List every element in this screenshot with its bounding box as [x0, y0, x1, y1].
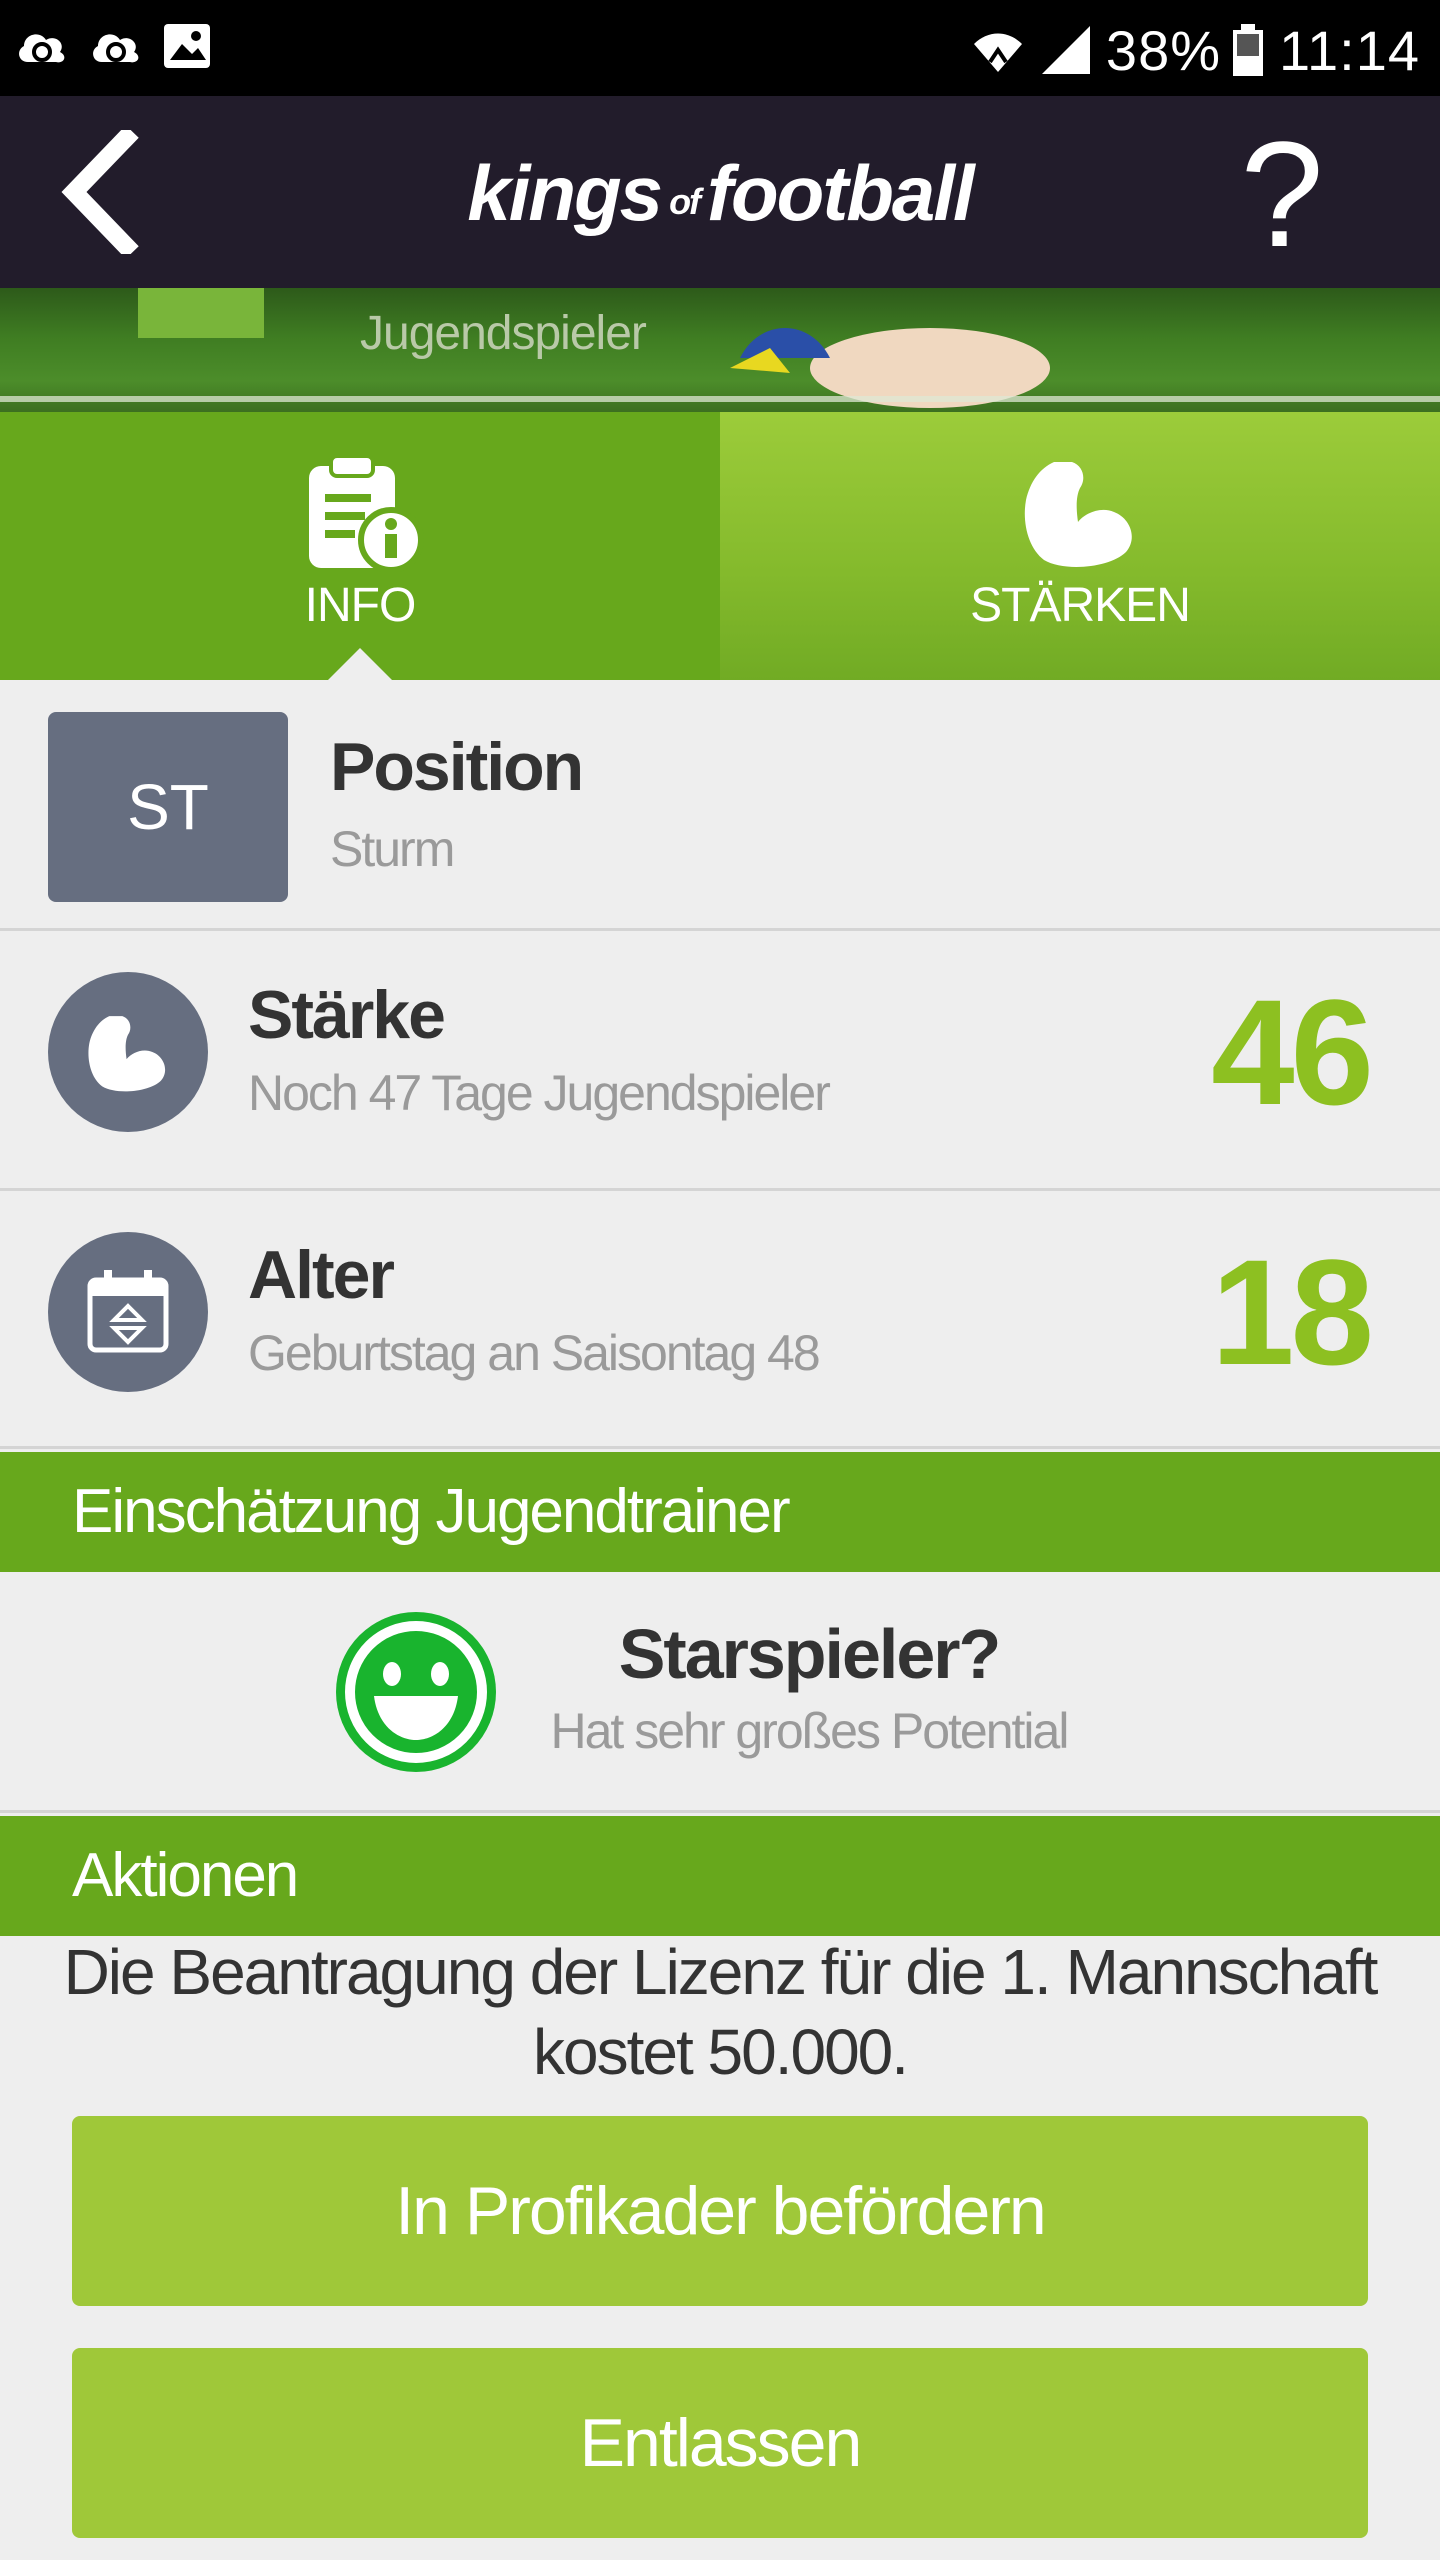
position-value: Sturm [330, 821, 455, 877]
strength-subtitle: Noch 47 Tage Jugendspieler [248, 1065, 831, 1121]
status-bar: 38% 11:14 [0, 0, 1440, 96]
position-badge: ST [48, 712, 288, 902]
assessment-subtitle: Hat sehr großes Potential [550, 1703, 1070, 1759]
divider [0, 928, 1440, 931]
tab-selected-indicator [328, 648, 392, 680]
tab-bar: INFO STÄRKEN [0, 412, 1440, 680]
position-title: Position [330, 729, 584, 805]
smiley-icon [336, 1612, 496, 1772]
battery-icon [1233, 24, 1264, 76]
age-subtitle: Geburtstag an Saisontag 48 [248, 1325, 821, 1381]
tab-info-label: INFO [304, 579, 417, 632]
player-image [730, 328, 1050, 408]
logo-word-of: of [669, 181, 701, 222]
wifi-icon [973, 33, 1022, 72]
age-value: 18 [1211, 1228, 1374, 1396]
logo-word-football: football [707, 149, 975, 237]
pitch-line [0, 396, 1440, 402]
signal-icon [1041, 26, 1090, 74]
dismiss-button[interactable]: Entlassen [72, 2348, 1368, 2538]
player-banner: Jugendspieler [0, 288, 1440, 412]
strength-value: 46 [1211, 968, 1374, 1136]
section-header-assessment: Einschätzung Jugendtrainer [0, 1452, 1440, 1572]
player-type: Jugendspieler [360, 307, 647, 360]
cloud-sync-icon [19, 34, 65, 63]
bicep-icon [88, 1016, 166, 1092]
tab-info[interactable]: INFO [0, 412, 720, 680]
divider [0, 1188, 1440, 1191]
calendar-icon [87, 1270, 169, 1353]
promote-button[interactable]: In Profikader befördern [72, 2116, 1368, 2306]
battery-percent: 38% [1105, 18, 1222, 82]
assessment-title: Starspieler? [618, 1615, 1002, 1693]
age-title: Alter [248, 1237, 395, 1313]
strength-icon-circle [48, 972, 208, 1132]
bicep-icon [1024, 462, 1132, 567]
license-notice: Die Beantragung der Lizenz für die 1. Ma… [63, 1936, 1379, 2088]
clock: 11:14 [1279, 18, 1420, 82]
tab-strengths-label: STÄRKEN [970, 579, 1191, 632]
banner-badge [138, 288, 264, 338]
help-button[interactable]: ? [1222, 119, 1342, 269]
section-header-actions: Aktionen [0, 1816, 1440, 1936]
image-icon [164, 24, 210, 68]
status-right: 38% 11:14 [968, 10, 1420, 90]
clipboard-info-icon [309, 454, 424, 572]
logo-word-kings: kings [467, 149, 663, 237]
cloud-sync-icon [93, 34, 139, 63]
notification-icons [14, 22, 212, 70]
tab-strengths[interactable]: STÄRKEN [720, 412, 1440, 680]
strength-title: Stärke [248, 977, 446, 1053]
divider [0, 1810, 1440, 1813]
divider [0, 1446, 1440, 1449]
app-bar: kings of football ? [0, 96, 1440, 288]
age-icon-circle [48, 1232, 208, 1392]
